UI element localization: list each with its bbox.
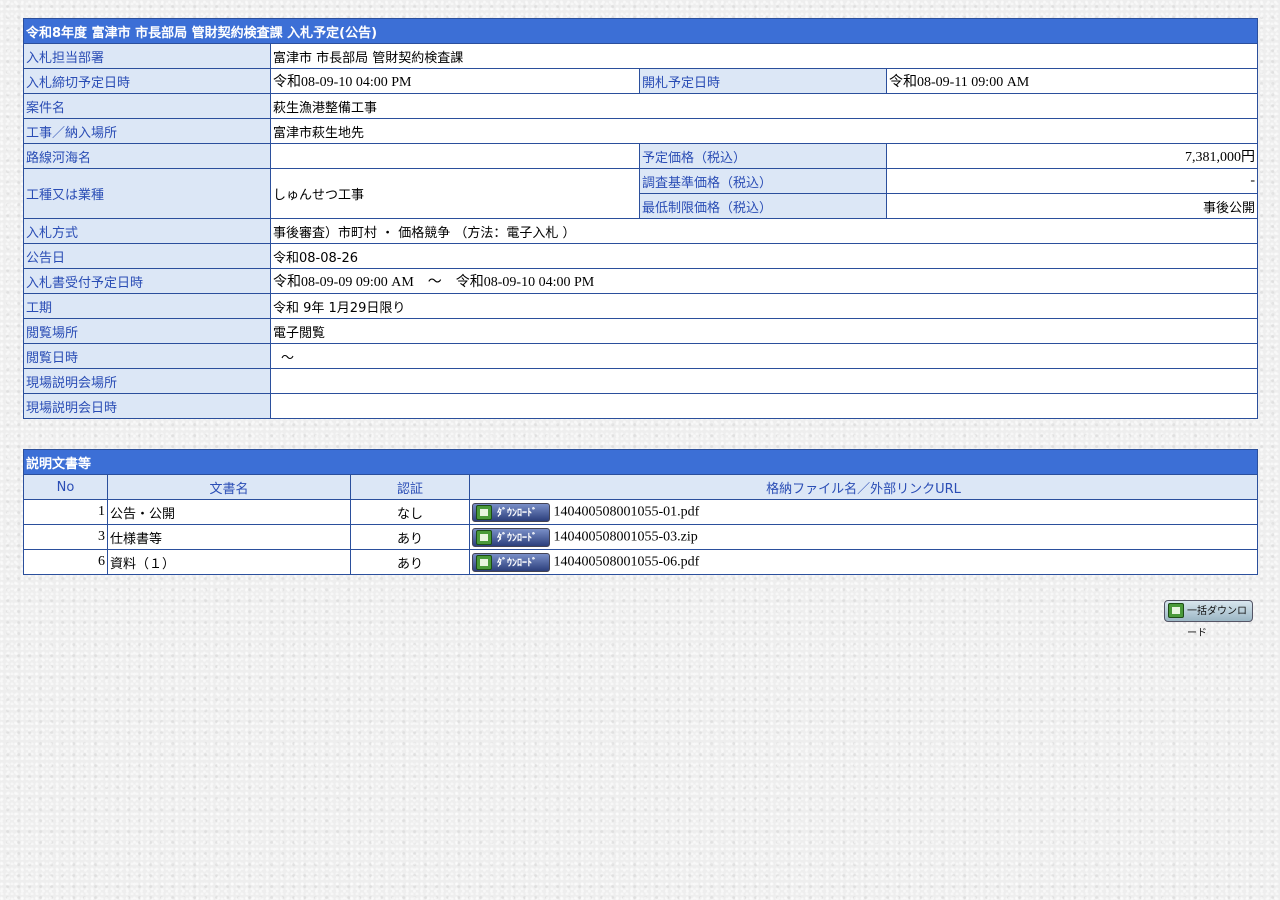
- accept-value: 令和08-09-09 09:00 AM ～ 令和08-09-10 04:00 P…: [269, 268, 1259, 294]
- download-button[interactable]: ﾀﾞｳﾝﾛｰﾄﾞ: [472, 502, 550, 522]
- table-row: 1 公告・公開 なし ﾀﾞｳﾝﾛｰﾄﾞ 140400508001055-01.p…: [23, 499, 1259, 525]
- deadline-value: 令和08-09-10 04:00 PM: [270, 68, 640, 94]
- notice-label: 公告日: [23, 243, 271, 269]
- place-label: 工事／納入場所: [23, 118, 271, 144]
- bulk-download-label: 一括ダウンロード: [1187, 606, 1247, 639]
- download-icon: [476, 554, 492, 570]
- doc-no: 6: [23, 549, 108, 575]
- price-label: 予定価格（税込）: [639, 143, 887, 169]
- site-date-label: 現場説明会日時: [23, 393, 271, 419]
- opening-value: 令和08-09-11 09:00 AM: [885, 68, 1259, 94]
- doc-file-name: 140400508001055-06.pdf: [553, 554, 700, 570]
- download-button-label: ﾀﾞｳﾝﾛｰﾄﾞ: [497, 532, 537, 544]
- route-label: 路線河海名: [23, 143, 271, 169]
- doc-name: 資料（１）: [107, 549, 351, 575]
- documents-table: 説明文書等 No 文書名 認証 格納ファイル名／外部リンクURL 1 公告・公開…: [22, 449, 1259, 575]
- notice-value: 令和08-08-26: [269, 243, 1259, 269]
- accept-label: 入札書受付予定日時: [23, 268, 271, 294]
- doc-no: 1: [23, 499, 108, 525]
- doc-auth: あり: [350, 549, 470, 575]
- doc-file-cell: ﾀﾞｳﾝﾛｰﾄﾞ 140400508001055-03.zip: [468, 524, 1259, 550]
- doc-file-name: 140400508001055-03.zip: [553, 529, 698, 545]
- site-place-label: 現場説明会場所: [23, 368, 271, 394]
- doc-file-cell: ﾀﾞｳﾝﾛｰﾄﾞ 140400508001055-01.pdf: [468, 499, 1259, 525]
- doc-name: 公告・公開: [107, 499, 351, 525]
- site-place-value: [269, 368, 1259, 394]
- documents-title: 説明文書等: [22, 449, 1259, 475]
- price-value: 7,381,000円: [885, 143, 1259, 169]
- download-button[interactable]: ﾀﾞｳﾝﾛｰﾄﾞ: [472, 527, 550, 547]
- method-value: 事後審査）市町村 ・ 価格競争 （方法：電子入札 ）: [269, 218, 1259, 244]
- doc-auth: あり: [350, 524, 470, 550]
- site-date-value: [269, 393, 1259, 419]
- case-value: 萩生漁港整備工事: [269, 93, 1259, 119]
- case-label: 案件名: [23, 93, 271, 119]
- dept-value: 富津市 市長部局 管財契約検査課: [269, 43, 1259, 69]
- table-row: 6 資料（１） あり ﾀﾞｳﾝﾛｰﾄﾞ 140400508001055-06.p…: [23, 549, 1259, 575]
- col-header-auth: 認証: [350, 474, 470, 500]
- period-value: 令和 9年 1月29日限り: [269, 293, 1259, 319]
- doc-file-cell: ﾀﾞｳﾝﾛｰﾄﾞ 140400508001055-06.pdf: [468, 549, 1259, 575]
- view-date-value: ～: [269, 343, 1259, 369]
- view-date-label: 閲覧日時: [23, 343, 271, 369]
- col-header-file: 格納ファイル名／外部リンクURL: [468, 474, 1259, 500]
- opening-label: 開札予定日時: [639, 68, 887, 94]
- bid-info-title: 令和8年度 富津市 市長部局 管財契約検査課 入札予定(公告): [22, 18, 1259, 44]
- bid-info-table: 令和8年度 富津市 市長部局 管財契約検査課 入札予定(公告) 入札担当部署 富…: [22, 18, 1259, 419]
- method-label: 入札方式: [23, 218, 271, 244]
- survey-value: -: [885, 168, 1259, 194]
- bulk-download-button[interactable]: 一括ダウンロード: [1164, 600, 1253, 639]
- col-header-no: No: [23, 474, 108, 500]
- doc-file-name: 140400508001055-01.pdf: [553, 504, 700, 520]
- type-value: しゅんせつ工事: [270, 168, 640, 219]
- place-value: 富津市萩生地先: [269, 118, 1259, 144]
- dept-label: 入札担当部署: [23, 43, 271, 69]
- table-row: 3 仕様書等 あり ﾀﾞｳﾝﾛｰﾄﾞ 140400508001055-03.zi…: [23, 524, 1259, 550]
- view-place-label: 閲覧場所: [23, 318, 271, 344]
- doc-no: 3: [23, 524, 108, 550]
- download-icon: [476, 529, 492, 545]
- download-button[interactable]: ﾀﾞｳﾝﾛｰﾄﾞ: [472, 552, 550, 572]
- doc-auth: なし: [350, 499, 470, 525]
- doc-name: 仕様書等: [107, 524, 351, 550]
- period-label: 工期: [23, 293, 271, 319]
- min-value: 事後公開: [885, 193, 1259, 219]
- download-icon: [1168, 603, 1184, 618]
- download-button-label: ﾀﾞｳﾝﾛｰﾄﾞ: [497, 557, 537, 569]
- type-label: 工種又は業種: [23, 168, 271, 219]
- download-icon: [476, 504, 492, 520]
- survey-label: 調査基準価格（税込）: [639, 168, 887, 194]
- download-button-label: ﾀﾞｳﾝﾛｰﾄﾞ: [497, 507, 537, 519]
- deadline-label: 入札締切予定日時: [23, 68, 271, 94]
- min-label: 最低制限価格（税込）: [639, 193, 887, 219]
- col-header-name: 文書名: [107, 474, 351, 500]
- view-place-value: 電子閲覧: [269, 318, 1259, 344]
- route-value: [270, 143, 640, 169]
